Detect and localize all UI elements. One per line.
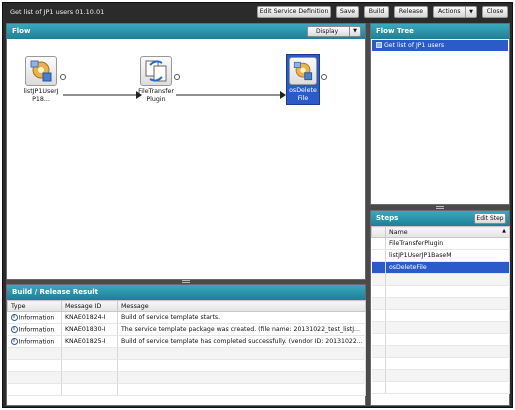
row-message: Build of service template has completed … [117,335,366,348]
display-label: Display [316,28,339,35]
empty-row [7,371,366,384]
column-header-name-label: Name [389,228,408,236]
table-row[interactable]: i Information KNAE01824-I Build of servic… [7,311,366,324]
steps-panel: Steps Edit Step Name ▲ FileTransferPlugi… [370,210,510,406]
window-title: Get list of JP1 users 01.10.01 [10,8,105,16]
column-header-name[interactable]: Name ▲ [385,226,510,238]
info-icon: i [10,313,18,321]
row-message-id: KNAE01825-I [61,335,118,348]
empty-row [371,357,510,370]
build-result-header: Build / Release Result [7,285,365,300]
output-port[interactable] [321,74,327,80]
empty-row [371,345,510,358]
flow-tree-item-label: Get list of JP1 users [384,42,445,49]
empty-row [371,333,510,346]
empty-row [7,347,366,360]
row-type: Information [18,314,55,322]
actions-dropdown[interactable]: Actions ▼ [433,6,477,18]
flow-title: Flow [12,27,31,35]
build-result-panel: Build / Release Result Type Message ID M… [6,284,366,406]
close-button[interactable]: Close [482,6,508,18]
empty-row [371,369,510,382]
app-window: Get list of JP1 users 01.10.01 Edit Serv… [2,2,513,408]
steps-header: Steps Edit Step [371,211,509,226]
step-name: FileTransferPlugin [385,237,510,250]
build-result-table: Type Message ID Message i Information KNA… [7,300,366,396]
chevron-down-icon: ▼ [465,7,476,17]
row-message-id: KNAE01830-I [61,323,118,336]
plugin-icon [289,57,317,85]
release-button[interactable]: Release [394,6,428,18]
flow-panel: Flow Display ▼ listJP1UserJP18... FileTr… [6,23,366,280]
flow-tree-header: Flow Tree [371,24,509,39]
flow-tree-panel: Flow Tree Get list of JP1 users [370,23,510,205]
service-icon [376,42,382,48]
actions-label: Actions [438,8,461,15]
sort-ascending-icon: ▲ [502,228,506,234]
column-header-type[interactable]: Type [7,300,62,312]
build-button[interactable]: Build [364,6,389,18]
flow-tree-item[interactable]: Get list of JP1 users [372,40,508,51]
info-icon: i [10,337,18,345]
plugin-icon [25,56,57,86]
title-bar: Get list of JP1 users 01.10.01 Edit Serv… [3,3,512,21]
node-label: osDeleteFile [289,87,317,102]
empty-row [371,297,510,310]
flow-node-listjp1user[interactable]: listJP1UserJP18... [23,56,59,103]
chevron-down-icon: ▼ [349,27,360,36]
empty-row [371,321,510,334]
row-message: Build of service template starts. [117,311,366,324]
empty-row [7,383,366,396]
row-message-id: KNAE01824-I [61,311,118,324]
step-name: listJP1UserJP1BaseM [385,249,510,262]
display-dropdown[interactable]: Display ▼ [307,26,361,37]
step-row-selected[interactable]: osDeleteFile [371,261,510,274]
empty-row [371,309,510,322]
steps-table: Name ▲ FileTransferPlugin listJP1UserJP1… [371,226,510,394]
output-port[interactable] [60,74,66,80]
table-row[interactable]: i Information KNAE01830-I The service tem… [7,323,366,336]
column-header-message[interactable]: Message [117,300,366,312]
empty-row [7,359,366,372]
selected-node-highlight: osDeleteFile [286,54,320,105]
flow-header: Flow Display ▼ [7,24,365,39]
empty-row [371,273,510,286]
flow-node-filetransferplugin[interactable]: FileTransferPlugin [138,56,174,103]
table-row[interactable]: i Information KNAE01825-I Build of servic… [7,335,366,348]
row-type: Information [18,326,55,334]
node-label: FileTransferPlugin [138,88,174,103]
edit-service-definition-button[interactable]: Edit Service Definition [257,6,331,18]
step-row[interactable]: FileTransferPlugin [371,237,510,250]
column-header-message-id[interactable]: Message ID [61,300,118,312]
grip-icon [182,280,190,283]
steps-title: Steps [376,214,399,222]
save-button[interactable]: Save [336,6,359,18]
grip-icon [436,206,444,209]
output-port[interactable] [174,74,180,80]
step-name: osDeleteFile [385,261,510,274]
row-message: The service template package was created… [117,323,366,336]
edit-step-button[interactable]: Edit Step [474,213,506,224]
empty-row [371,285,510,298]
file-transfer-icon [140,56,172,86]
row-type: Information [18,338,55,346]
flow-node-osdeletefile[interactable]: osDeleteFile [286,54,320,105]
column-header-blank [371,226,386,238]
info-icon: i [10,325,18,333]
step-row[interactable]: listJP1UserJP1BaseM [371,249,510,262]
node-label: listJP1UserJP18... [23,88,59,103]
empty-row [371,381,510,394]
